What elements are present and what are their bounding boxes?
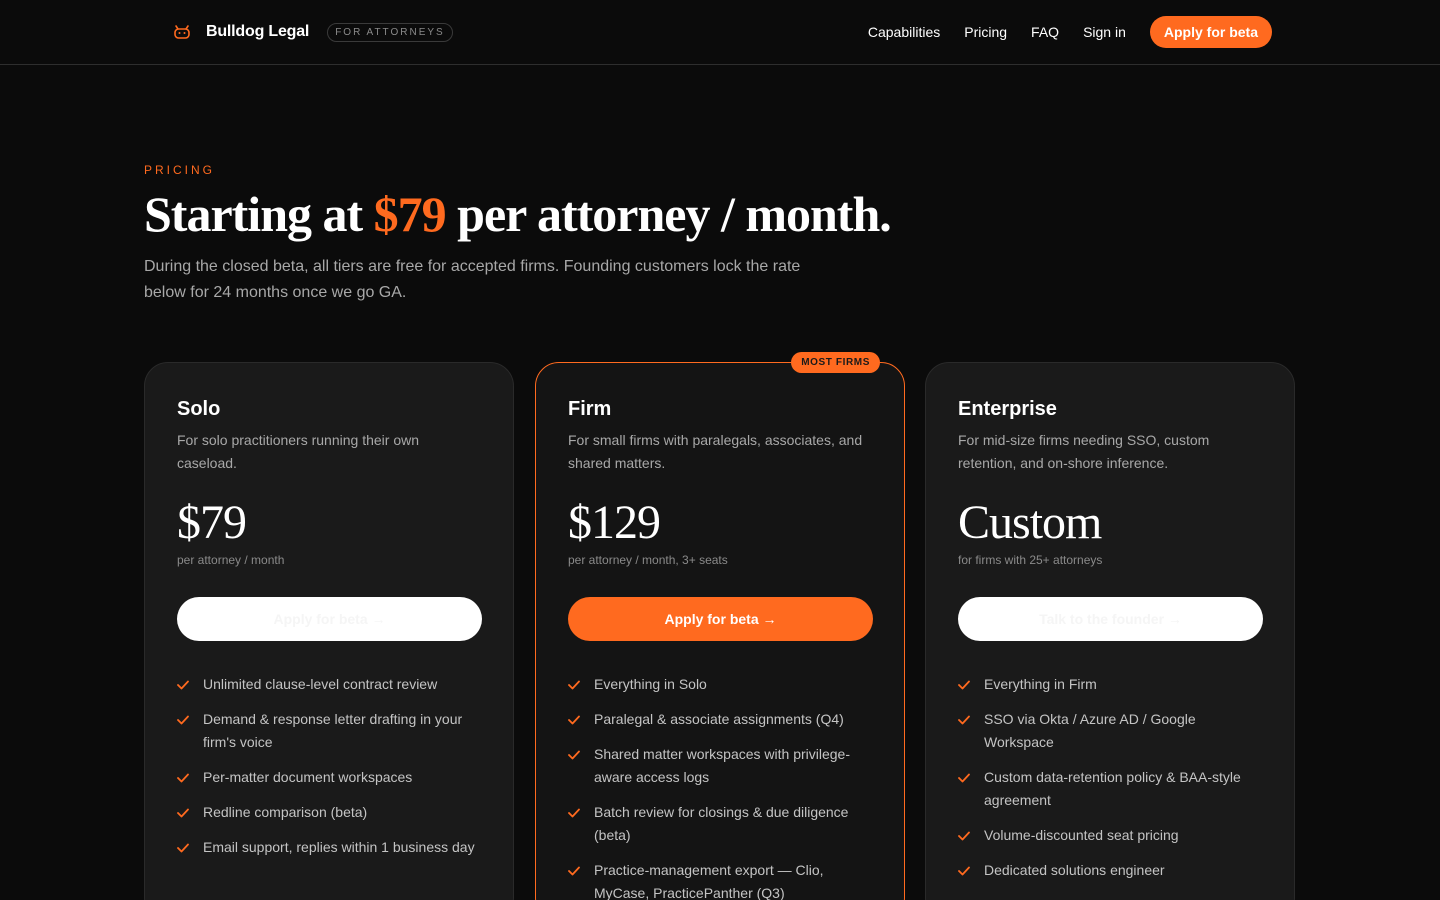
feature-text: Everything in Firm [984, 676, 1097, 692]
check-icon [958, 766, 984, 788]
tier-description: For solo practitioners running their own… [177, 432, 420, 471]
feature-item: Unlimited clause-level contract review [177, 673, 482, 696]
audience-badge: FOR ATTORNEYS [327, 22, 453, 42]
feature-item: Shared matter workspaces with privilege-… [568, 743, 873, 789]
feature-text: Per-matter document workspaces [203, 769, 413, 785]
feature-item: Email support, replies within 1 business… [177, 836, 482, 859]
check-icon [958, 673, 984, 695]
feature-item: SSO via Okta / Azure AD / Google Workspa… [958, 708, 1263, 754]
feature-text: SSO via Okta / Azure AD / Google Workspa… [984, 711, 1196, 750]
firm-apply-button[interactable]: Apply for beta → [568, 597, 873, 641]
feature-list: Everything in Solo Paralegal & associate… [568, 673, 873, 900]
feature-item: Per-matter document workspaces [177, 766, 482, 789]
tier-description: For small firms with paralegals, associa… [568, 432, 863, 471]
bulldog-icon [172, 22, 192, 42]
feature-item: Everything in Firm [958, 673, 1263, 696]
nav-link-faq[interactable]: FAQ [1031, 24, 1059, 40]
feature-item: Everything in Solo [568, 673, 873, 696]
check-icon [177, 766, 203, 788]
apply-beta-button[interactable]: Apply for beta [1149, 16, 1272, 48]
feature-text: Demand & response letter drafting in you… [203, 711, 463, 750]
check-icon [177, 673, 203, 695]
tier-name: Firm [568, 398, 612, 420]
tier-price: $129 [568, 496, 661, 549]
check-icon [177, 801, 203, 823]
feature-item: Dedicated solutions engineer [958, 859, 1263, 882]
headline-post: per attorney / month. [445, 186, 892, 242]
tier-price: Custom [958, 496, 1102, 549]
headline-pre: Starting at [144, 186, 374, 242]
check-icon [958, 859, 984, 881]
section-eyebrow: PRICING [144, 163, 216, 177]
tier-price-unit: for firms with 25+ attorneys [958, 553, 1103, 567]
tier-price-unit: per attorney / month [177, 553, 285, 567]
feature-text: Practice-management export — Clio, MyCas… [594, 862, 824, 900]
nav-link-pricing[interactable]: Pricing [964, 24, 1007, 40]
check-icon [958, 708, 984, 730]
check-icon [568, 743, 594, 765]
feature-text: Shared matter workspaces with privilege-… [594, 746, 850, 785]
tier-name: Solo [177, 398, 221, 420]
most-firms-badge: MOST FIRMS [791, 352, 880, 373]
feature-text: Paralegal & associate assignments (Q4) [594, 711, 844, 727]
check-icon [568, 673, 594, 695]
tier-description: For mid-size firms needing SSO, custom r… [958, 432, 1210, 471]
page-title: Starting at $79 per attorney / month. [144, 184, 892, 244]
brand[interactable]: Bulldog Legal FOR ATTORNEYS [172, 20, 453, 44]
check-icon [177, 708, 203, 730]
feature-text: Volume-discounted seat pricing [984, 827, 1179, 843]
feature-list: Unlimited clause-level contract review D… [177, 673, 482, 871]
feature-text: Redline comparison (beta) [203, 804, 368, 820]
tier-price-unit: per attorney / month, 3+ seats [568, 553, 728, 567]
talk-to-founder-button[interactable]: Talk to the founder → [958, 597, 1263, 641]
feature-text: Dedicated solutions engineer [984, 862, 1165, 878]
check-icon [958, 824, 984, 846]
feature-item: Demand & response letter drafting in you… [177, 708, 482, 754]
tier-price: $79 [177, 496, 247, 549]
nav-links: Capabilities Pricing FAQ Sign in Apply f… [868, 16, 1272, 48]
solo-apply-button[interactable]: Apply for beta → [177, 597, 482, 641]
feature-text: Everything in Solo [594, 676, 707, 692]
feature-item: Batch review for closings & due diligenc… [568, 801, 873, 847]
check-icon [568, 801, 594, 823]
pricing-card-firm: MOST FIRMS Firm For small firms with par… [535, 352, 905, 900]
feature-item: Redline comparison (beta) [177, 801, 482, 824]
check-icon [177, 836, 203, 858]
feature-item: Custom data-retention policy & BAA-style… [958, 766, 1263, 812]
feature-text: Batch review for closings & due diligenc… [594, 804, 849, 843]
brand-name: Bulldog Legal [206, 23, 310, 40]
feature-list: Everything in Firm SSO via Okta / Azure … [958, 673, 1263, 894]
feature-text: Unlimited clause-level contract review [203, 676, 438, 692]
top-nav: Bulldog Legal FOR ATTORNEYS Capabilities… [0, 0, 1440, 65]
check-icon [568, 708, 594, 730]
headline-price: $79 [373, 186, 447, 242]
feature-item: Volume-discounted seat pricing [958, 824, 1263, 847]
feature-text: Email support, replies within 1 business… [203, 839, 475, 855]
tier-name: Enterprise [958, 398, 1057, 420]
nav-link-capabilities[interactable]: Capabilities [868, 24, 940, 40]
pricing-card-solo: Solo For solo practitioners running thei… [144, 362, 514, 900]
feature-item: Paralegal & associate assignments (Q4) [568, 708, 873, 731]
feature-item: Practice-management export — Clio, MyCas… [568, 859, 873, 900]
feature-text: Custom data-retention policy & BAA-style… [984, 769, 1241, 808]
page-subtitle: During the closed beta, all tiers are fr… [144, 258, 801, 301]
pricing-card-enterprise: Enterprise For mid-size firms needing SS… [925, 362, 1295, 900]
check-icon [568, 859, 594, 881]
nav-link-sign-in[interactable]: Sign in [1083, 24, 1126, 40]
